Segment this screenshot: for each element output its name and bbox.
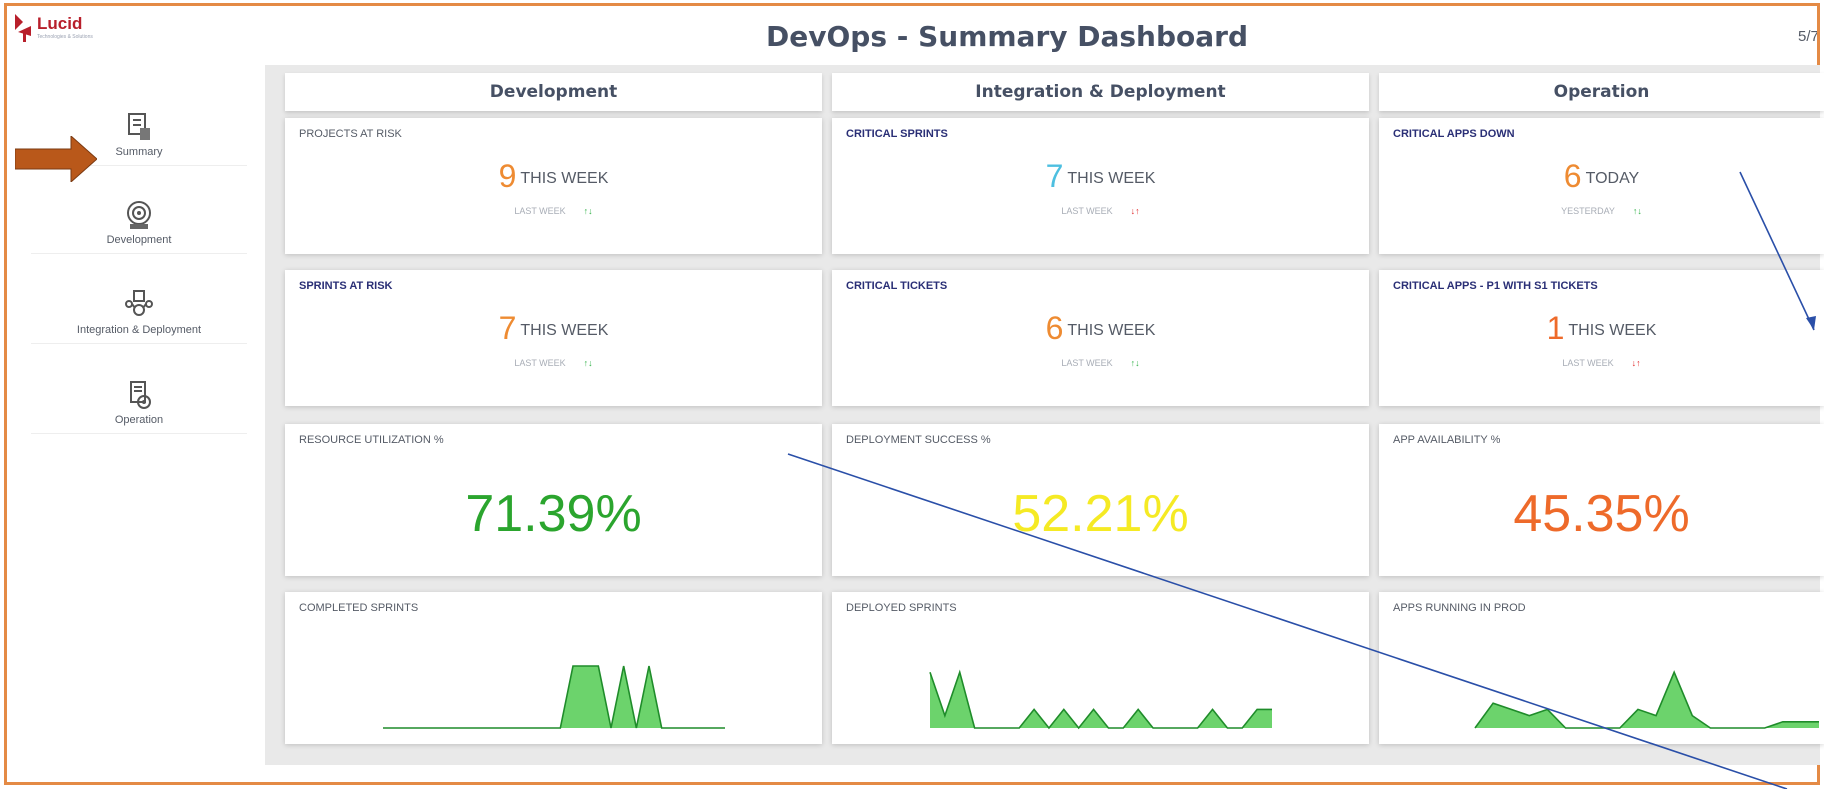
lucid-mark-icon bbox=[15, 12, 33, 42]
sparkline-completed-sprints bbox=[383, 665, 725, 729]
kpi-value: 6 bbox=[1563, 158, 1582, 194]
kpi-value: 7 bbox=[498, 310, 517, 346]
kpi-value: 9 bbox=[498, 158, 517, 194]
summary-icon bbox=[128, 113, 150, 140]
sparkline-card-deployed-sprints[interactable]: DEPLOYED SPRINTS bbox=[832, 592, 1369, 744]
sidebar-item-label: Integration & Deployment bbox=[76, 324, 202, 336]
column-header-integration-deployment: Integration & Deployment bbox=[832, 73, 1369, 111]
kpi-unit: THIS WEEK bbox=[520, 170, 609, 187]
sidebar-item-label: Development bbox=[106, 234, 172, 246]
metric-card-app-availability[interactable]: APP AVAILABILITY % 45.35% bbox=[1379, 424, 1824, 576]
sparkline-apps-running-in-prod bbox=[1474, 670, 1819, 729]
metric-card-resource-utilization[interactable]: RESOURCE UTILIZATION % 71.39% bbox=[285, 424, 822, 576]
integration-icon bbox=[125, 290, 153, 316]
card-title: APPS RUNNING IN PROD bbox=[1393, 602, 1526, 614]
sparkline-area bbox=[1475, 672, 1819, 728]
column-header-development: Development bbox=[285, 73, 822, 111]
kpi-compare-label: YESTERDAY bbox=[1561, 206, 1615, 216]
card-title: CRITICAL APPS DOWN bbox=[1393, 128, 1515, 140]
kpi-unit: THIS WEEK bbox=[1568, 322, 1657, 339]
kpi-card-projects-at-risk[interactable]: PROJECTS AT RISK 9 THIS WEEK LAST WEEK ↑↓ bbox=[285, 118, 822, 254]
metric-value: 71.39% bbox=[465, 485, 642, 543]
sparkline-card-completed-sprints[interactable]: COMPLETED SPRINTS bbox=[285, 592, 822, 744]
kpi-card-critical-apps-down[interactable]: CRITICAL APPS DOWN 6 TODAY YESTERDAY ↑↓ bbox=[1379, 118, 1824, 254]
development-icon bbox=[127, 201, 151, 229]
trend-arrows-icon: ↑↓ bbox=[1632, 206, 1642, 216]
card-title: CRITICAL TICKETS bbox=[846, 280, 948, 292]
card-title: DEPLOYED SPRINTS bbox=[846, 602, 957, 614]
kpi-compare-label: LAST WEEK bbox=[1061, 206, 1113, 216]
page-title: DevOps - Summary Dashboard bbox=[765, 20, 1249, 53]
kpi-compare-label: LAST WEEK bbox=[1562, 358, 1614, 368]
card-title: CRITICAL APPS - P1 WITH S1 TICKETS bbox=[1393, 280, 1598, 292]
brand-tagline: Technologies & Solutions bbox=[37, 34, 93, 40]
trend-arrows-icon: ↑↓ bbox=[1130, 358, 1140, 368]
kpi-card-sprints-at-risk[interactable]: SPRINTS AT RISK 7 THIS WEEK LAST WEEK ↑↓ bbox=[285, 270, 822, 406]
card-title: PROJECTS AT RISK bbox=[299, 128, 402, 140]
sparkline-line bbox=[929, 669, 1272, 730]
sparkline-deployed-sprints bbox=[929, 669, 1272, 730]
card-title: RESOURCE UTILIZATION % bbox=[299, 434, 444, 446]
metric-value: 52.21% bbox=[1012, 485, 1189, 543]
kpi-compare-label: LAST WEEK bbox=[514, 206, 566, 216]
kpi-compare-label: LAST WEEK bbox=[1061, 358, 1113, 368]
kpi-card-critical-apps-p1[interactable]: CRITICAL APPS - P1 WITH S1 TICKETS 1 THIS… bbox=[1379, 270, 1824, 406]
sparkline-line bbox=[383, 665, 725, 729]
kpi-compare-label: LAST WEEK bbox=[514, 358, 566, 368]
card-title: APP AVAILABILITY % bbox=[1393, 434, 1501, 446]
kpi-card-critical-sprints[interactable]: CRITICAL SPRINTS 7 THIS WEEK LAST WEEK ↓↑ bbox=[832, 118, 1369, 254]
lucid-logo: Lucid Technologies & Solutions bbox=[15, 12, 145, 46]
kpi-unit: THIS WEEK bbox=[1067, 170, 1156, 187]
kpi-value: 6 bbox=[1045, 310, 1064, 346]
kpi-unit: TODAY bbox=[1585, 170, 1640, 187]
metric-value: 45.35% bbox=[1513, 485, 1690, 543]
kpi-value: 1 bbox=[1546, 310, 1565, 346]
brand-name: Lucid bbox=[37, 14, 83, 33]
kpi-card-critical-tickets[interactable]: CRITICAL TICKETS 6 THIS WEEK LAST WEEK ↑↓ bbox=[832, 270, 1369, 406]
sidebar-item-operation[interactable]: Operation bbox=[31, 378, 247, 434]
card-title: DEPLOYMENT SUCCESS % bbox=[846, 434, 991, 446]
column-header-operation: Operation bbox=[1379, 73, 1824, 111]
sidebar-item-development[interactable]: Development bbox=[31, 198, 247, 254]
sparkline-card-apps-running-in-prod[interactable]: APPS RUNNING IN PROD bbox=[1379, 592, 1824, 744]
operation-icon bbox=[130, 381, 151, 409]
trend-arrows-icon: ↑↓ bbox=[583, 358, 593, 368]
card-title: COMPLETED SPRINTS bbox=[299, 602, 419, 614]
sidebar-item-label: Operation bbox=[114, 414, 164, 426]
card-title: SPRINTS AT RISK bbox=[299, 280, 393, 292]
trend-arrows-icon: ↓↑ bbox=[1631, 358, 1641, 368]
card-title: CRITICAL SPRINTS bbox=[846, 128, 948, 140]
trend-arrows-icon: ↓↑ bbox=[1130, 206, 1140, 216]
sidebar-item-integration-deployment[interactable]: Integration & Deployment bbox=[31, 288, 247, 344]
metric-card-deployment-success[interactable]: DEPLOYMENT SUCCESS % 52.21% bbox=[832, 424, 1369, 576]
kpi-unit: THIS WEEK bbox=[1067, 322, 1156, 339]
kpi-value: 7 bbox=[1045, 158, 1064, 194]
sparkline-area bbox=[383, 666, 725, 728]
date-label: 5/7/ bbox=[1798, 28, 1819, 45]
trend-arrows-icon: ↑↓ bbox=[583, 206, 593, 216]
pointer-arrow-icon bbox=[15, 136, 97, 182]
kpi-unit: THIS WEEK bbox=[520, 322, 609, 339]
